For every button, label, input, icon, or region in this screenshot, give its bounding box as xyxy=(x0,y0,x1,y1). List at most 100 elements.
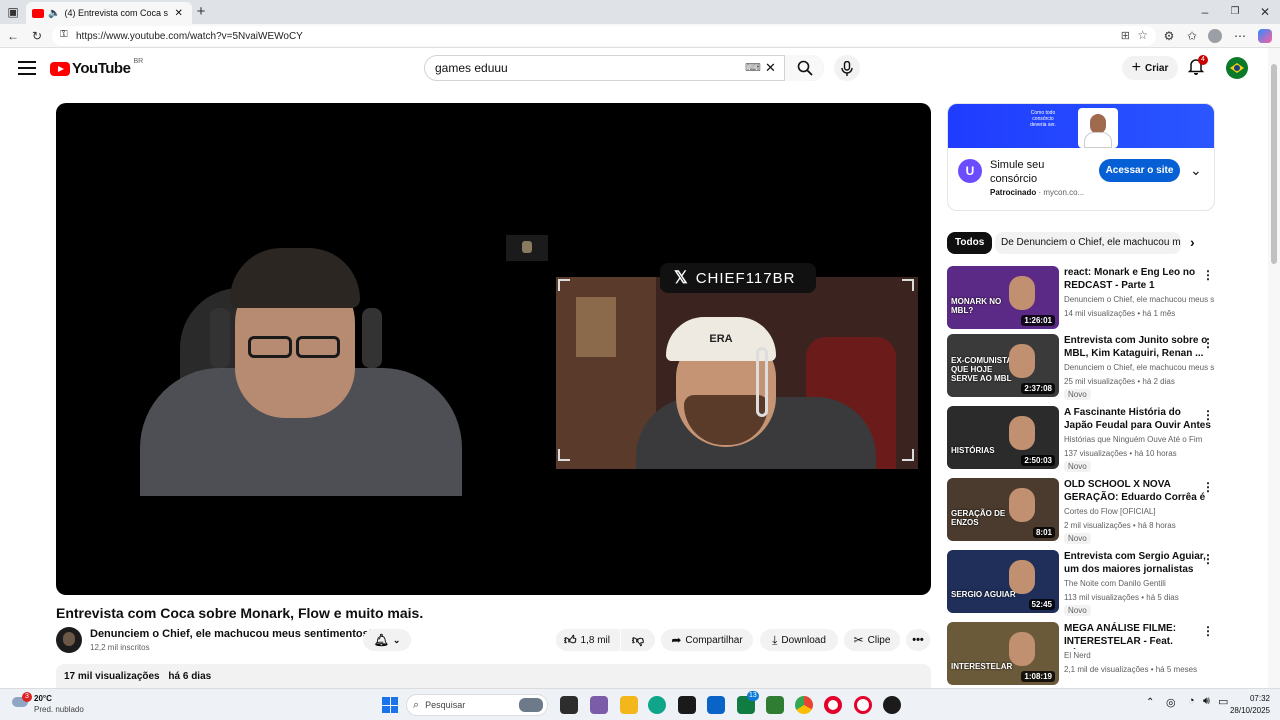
search-input[interactable]: games eduuu ⌨ ✕ xyxy=(424,55,824,81)
close-window-icon[interactable]: ✕ xyxy=(1256,0,1274,24)
reader-view-icon[interactable]: ⊞ xyxy=(1121,29,1130,42)
scrollbar-thumb[interactable] xyxy=(1271,64,1277,264)
notifications-button[interactable]: 4 xyxy=(1187,55,1208,78)
close-tab-icon[interactable]: ✕ xyxy=(174,8,182,19)
refresh-icon[interactable]: ↻ xyxy=(28,24,46,48)
recommendation-channel[interactable]: Denunciem o Chief, ele machucou meus sen… xyxy=(1064,295,1214,304)
like-button[interactable]: 👍︎ 1,8 mil xyxy=(556,629,620,651)
ad-card[interactable]: Como todo consórcio deveria ser. U Simul… xyxy=(947,103,1215,211)
maximize-icon[interactable]: ❐ xyxy=(1226,0,1244,24)
more-vertical-icon[interactable]: ⋮ xyxy=(1202,552,1214,566)
recommendation-thumbnail[interactable]: EX-COMUNISTA QUE HOJE SERVE AO MBL 2:37:0… xyxy=(947,334,1059,397)
teams-icon[interactable] xyxy=(590,696,608,714)
tray-app-icon[interactable]: ◎ xyxy=(1166,696,1176,709)
voice-search-button[interactable] xyxy=(834,55,860,81)
channel-avatar[interactable] xyxy=(56,627,82,653)
site-info-icon[interactable]: ⚿ xyxy=(60,29,68,40)
minimize-icon[interactable]: – xyxy=(1196,0,1214,24)
recommendation-item[interactable]: EX-COMUNISTA QUE HOJE SERVE AO MBL 2:37:0… xyxy=(947,334,1215,400)
recommendation-title[interactable]: Entrevista com Junito sobre o MBL, Kim K… xyxy=(1064,334,1212,360)
clear-search-icon[interactable]: ✕ xyxy=(765,60,776,76)
chips-next-chevron-icon[interactable]: › xyxy=(1190,234,1195,250)
description-box[interactable]: 17 mil visualizações há 6 dias xyxy=(56,664,931,688)
chip-all[interactable]: Todos xyxy=(947,232,993,254)
start-button[interactable] xyxy=(382,697,398,713)
recommendation-channel[interactable]: El Nerd xyxy=(1064,651,1214,660)
recommendation-thumbnail[interactable]: HISTÓRIAS 2:50:03 xyxy=(947,406,1059,469)
opera-icon[interactable] xyxy=(824,696,842,714)
tab-actions-icon[interactable]: ▣ xyxy=(4,0,22,24)
ad-banner[interactable]: Como todo consórcio deveria ser. xyxy=(948,104,1214,148)
recommendation-thumbnail[interactable]: MONARK NO MBL? 1:26:01 xyxy=(947,266,1059,329)
back-icon[interactable]: ← xyxy=(4,24,22,48)
snipping-tool-icon[interactable] xyxy=(766,696,784,714)
dislike-button[interactable]: 👎︎ xyxy=(621,629,655,651)
more-vertical-icon[interactable]: ⋮ xyxy=(1202,268,1214,282)
recommendation-age: há 2 dias xyxy=(1142,377,1175,386)
recommendation-channel[interactable]: Denunciem o Chief, ele machucou meus sen… xyxy=(1064,363,1214,372)
more-vertical-icon[interactable]: ⋮ xyxy=(1202,624,1214,638)
extensions-icon[interactable]: ⚙ xyxy=(1160,24,1178,48)
download-button[interactable]: ⤓ Download xyxy=(760,629,838,651)
new-tab-icon[interactable]: + xyxy=(192,0,210,24)
recommendation-title[interactable]: OLD SCHOOL X NOVA GERAÇÃO: Eduardo Corrê… xyxy=(1064,478,1212,505)
recommendation-thumbnail[interactable]: SERGIO AGUIAR 52:45 xyxy=(947,550,1059,613)
ad-cta-button[interactable]: Acessar o site xyxy=(1099,159,1180,182)
tray-chevron-icon[interactable]: ⌃ xyxy=(1146,697,1154,708)
keyboard-icon[interactable]: ⌨ xyxy=(745,61,761,74)
recommendation-title[interactable]: Entrevista com Sergio Aguiar, um dos mai… xyxy=(1064,550,1212,577)
recommendation-item[interactable]: MONARK NO MBL? 1:26:01 react: Monark e Eng… xyxy=(947,266,1215,330)
recommendation-channel[interactable]: Cortes do Flow [OFICIAL] xyxy=(1064,507,1214,516)
recommendation-title[interactable]: react: Monark e Eng Leo no REDCAST - Par… xyxy=(1064,266,1212,292)
edge-browser-icon[interactable] xyxy=(648,696,666,714)
weather-widget[interactable]: 3 xyxy=(12,692,32,713)
volume-icon[interactable]: 🔊︎ xyxy=(1203,695,1210,708)
url-field[interactable]: ⚿ https://www.youtube.com/watch?v=5NvaiW… xyxy=(52,26,1156,46)
more-actions-button[interactable]: ••• xyxy=(906,629,930,651)
chip-channel[interactable]: De Denunciem o Chief, ele machucou meus … xyxy=(995,232,1181,254)
more-menu-icon[interactable]: ⋯ xyxy=(1231,24,1249,48)
taskbar-search[interactable]: ⌕ Pesquisar xyxy=(406,694,548,716)
speaker-icon[interactable]: 🔈 xyxy=(48,8,60,19)
share-button[interactable]: ➦ Compartilhar xyxy=(661,629,753,651)
browser-tab[interactable]: 🔈 (4) Entrevista com Coca sobre... ✕ xyxy=(26,2,192,24)
create-button[interactable]: + Criar xyxy=(1122,56,1178,80)
more-vertical-icon[interactable]: ⋮ xyxy=(1202,336,1214,350)
chrome-icon[interactable] xyxy=(795,696,813,714)
wifi-icon[interactable]: ◔ xyxy=(1188,695,1195,707)
opera-gx-icon[interactable] xyxy=(854,696,872,714)
copilot-icon[interactable] xyxy=(1256,24,1274,51)
more-vertical-icon[interactable]: ⋮ xyxy=(1202,480,1214,494)
favorites-icon[interactable]: ✩ xyxy=(1183,24,1201,48)
recommendation-title[interactable]: MEGA ANÁLISE FILME: INTERESTELAR - Feat.… xyxy=(1064,622,1212,649)
excel-icon[interactable]: 13 xyxy=(737,691,759,714)
recommendation-item[interactable]: INTERESTELAR 1:08:19 MEGA ANÁLISE FILME: I… xyxy=(947,622,1215,686)
clock[interactable]: 07:32 28/10/2025 xyxy=(1226,694,1270,715)
profile-icon[interactable] xyxy=(1206,24,1224,51)
avatar[interactable] xyxy=(1226,57,1248,79)
file-explorer-icon[interactable] xyxy=(620,696,638,714)
subscribed-bell-button[interactable]: 🔔︎ ⌄ xyxy=(363,629,411,651)
recommendation-channel[interactable]: The Noite com Danilo Gentili xyxy=(1064,579,1214,588)
channel-name[interactable]: Denunciem o Chief, ele machucou meus sen… xyxy=(90,628,372,640)
hamburger-menu-icon[interactable] xyxy=(18,58,36,75)
recommendation-channel[interactable]: Histórias que Ninguém Ouve Até o Fim xyxy=(1064,435,1214,444)
outlook-icon[interactable] xyxy=(707,696,725,714)
media-app-icon[interactable] xyxy=(678,696,696,714)
youtube-logo[interactable]: YouTube BR xyxy=(50,58,143,77)
favorite-star-icon[interactable]: ☆ xyxy=(1137,28,1148,42)
more-vertical-icon[interactable]: ⋮ xyxy=(1202,408,1214,422)
clip-button[interactable]: ✂ Clipe xyxy=(844,629,900,651)
recommendation-item[interactable]: SERGIO AGUIAR 52:45 Entrevista com Sergio … xyxy=(947,550,1215,616)
recommendation-thumbnail[interactable]: GERAÇÃO DE ENZOS 8:01 xyxy=(947,478,1059,541)
task-view-icon[interactable] xyxy=(560,696,578,714)
ad-expand-chevron-icon[interactable]: ⌄ xyxy=(1190,162,1202,179)
video-player[interactable]: ERA 𝕏 CHIEF117BR xyxy=(56,103,931,595)
recommendation-item[interactable]: GERAÇÃO DE ENZOS 8:01 OLD SCHOOL X NOVA GE… xyxy=(947,478,1215,544)
recommendation-item[interactable]: HISTÓRIAS 2:50:03 A Fascinante História do… xyxy=(947,406,1215,472)
search-button[interactable] xyxy=(784,55,824,81)
page-scrollbar[interactable] xyxy=(1268,48,1280,688)
obs-icon[interactable] xyxy=(883,696,901,714)
recommendation-thumbnail[interactable]: INTERESTELAR 1:08:19 xyxy=(947,622,1059,685)
recommendation-title[interactable]: A Fascinante História do Japão Feudal pa… xyxy=(1064,406,1212,433)
